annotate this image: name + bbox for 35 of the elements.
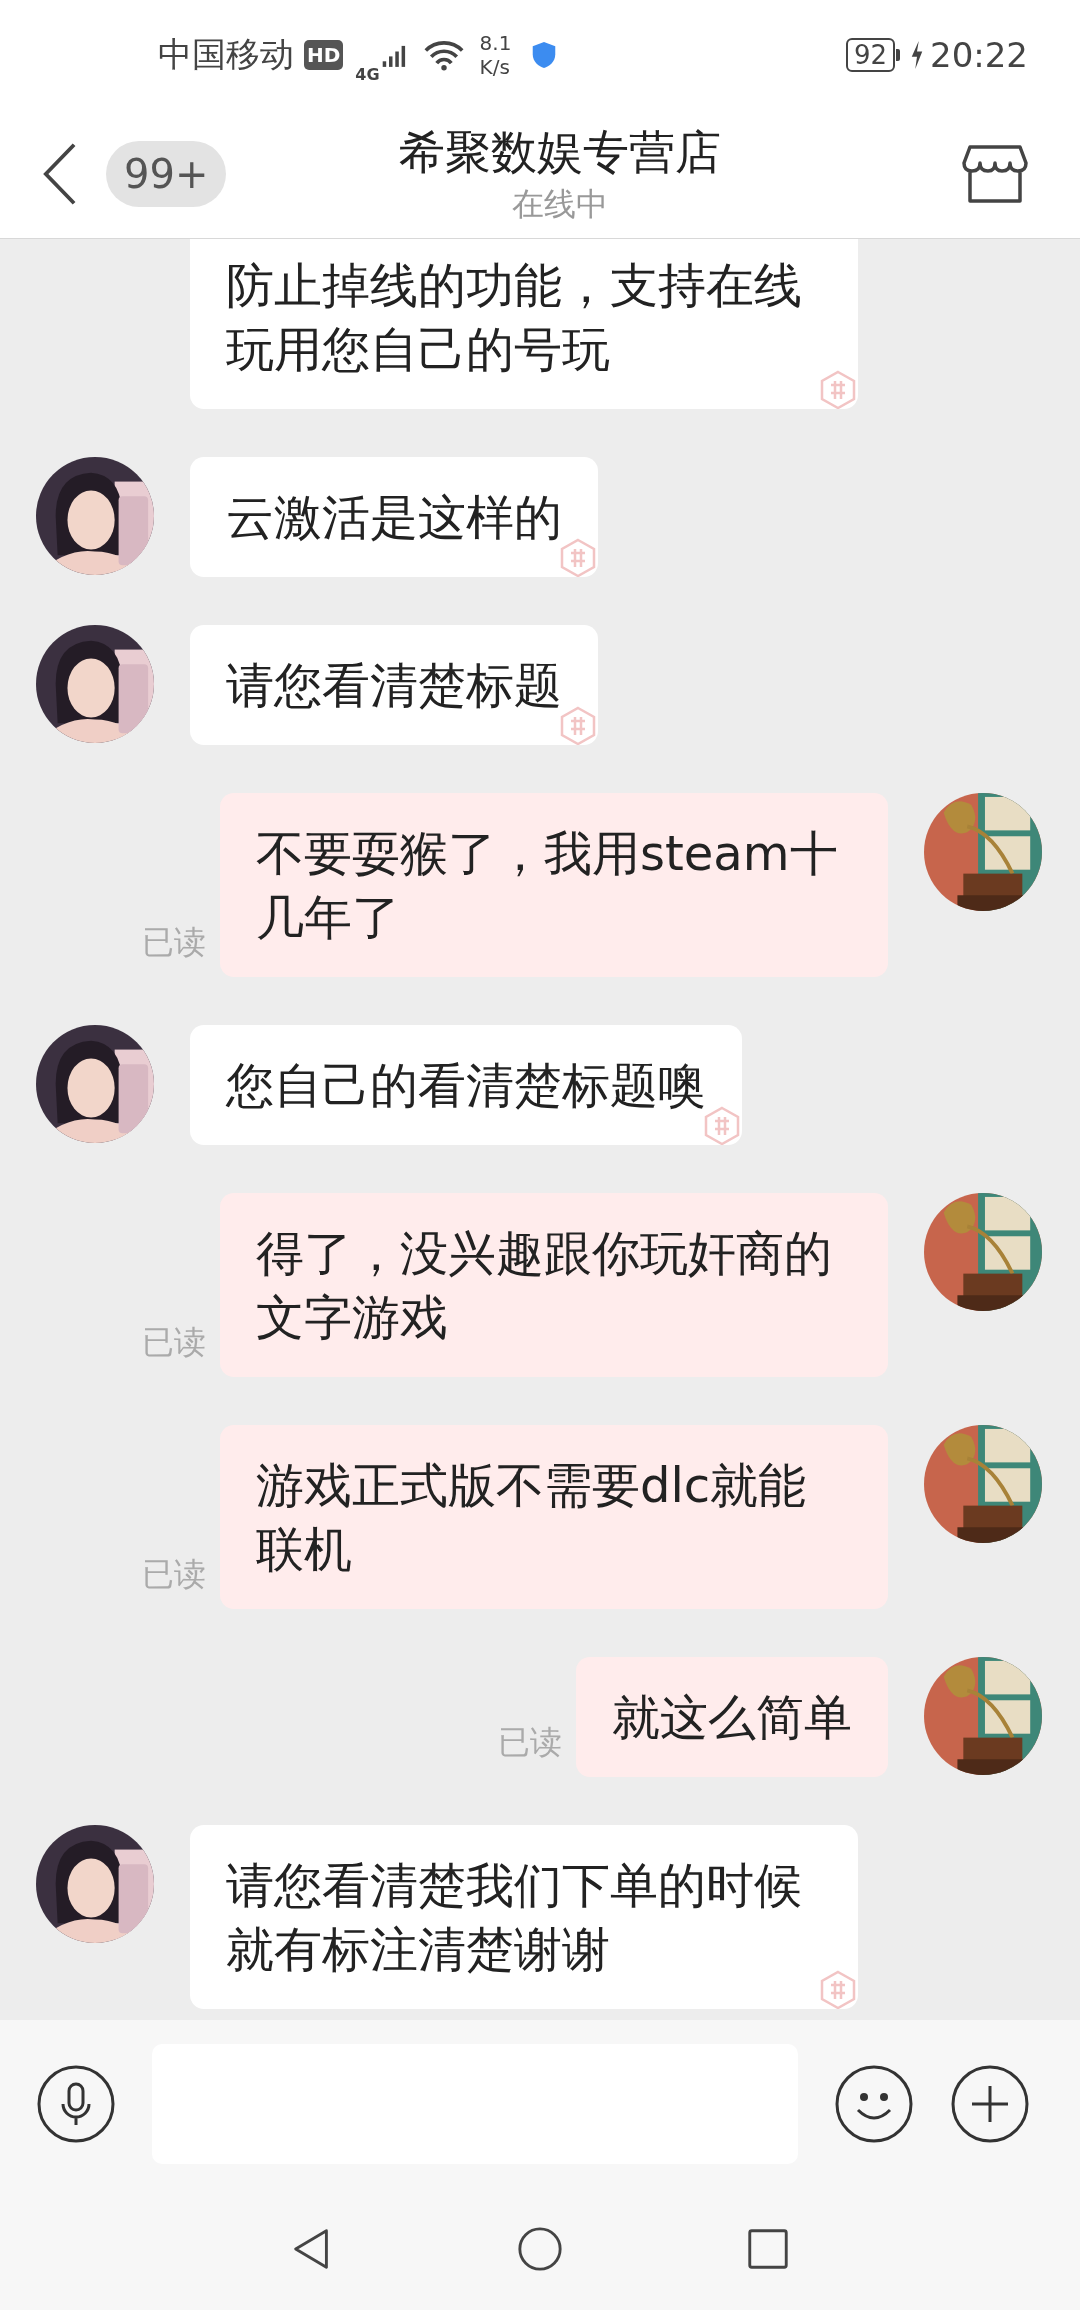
add-icon[interactable] [950, 2064, 1030, 2144]
message-text: 游戏正式版不需要dlc就能联机 [256, 1456, 808, 1579]
stamp-icon [558, 537, 598, 577]
message-text: 您自己的看清楚标题噢 [226, 1056, 706, 1115]
stamp-icon [702, 1105, 742, 1145]
hd-badge: HD [304, 40, 344, 70]
read-receipt: 已读 [142, 1322, 206, 1363]
message-text: 防止掉线的功能，支持在线玩用您自己的号玩 [226, 256, 803, 379]
shop-title: 希聚数娱专营店 [399, 124, 721, 181]
network-type: 4G [355, 64, 380, 84]
stamp-icon [818, 369, 858, 409]
read-receipt: 已读 [142, 922, 206, 963]
message-text: 得了，没兴趣跟你玩奸商的文字游戏 [256, 1224, 833, 1347]
emoji-icon[interactable] [834, 2064, 914, 2144]
home-nav-icon[interactable] [516, 2225, 564, 2273]
speed-unit: K/s [479, 55, 511, 79]
message-text: 请您看清楚标题 [226, 656, 562, 715]
read-receipt: 已读 [142, 1554, 206, 1595]
store-icon[interactable] [962, 143, 1028, 205]
online-status: 在线中 [512, 184, 608, 225]
message-text: 云激活是这样的 [226, 488, 562, 547]
unread-count-badge[interactable]: 99+ [106, 141, 227, 207]
read-receipt: 已读 [498, 1722, 562, 1763]
stamp-icon [818, 1969, 858, 2009]
message-text: 不要耍猴了，我用steam十几年了 [256, 824, 839, 947]
message-text: 就这么简单 [612, 1688, 852, 1747]
speed-value: 8.1 [479, 31, 512, 55]
wifi-icon [423, 39, 464, 71]
microphone-icon[interactable] [36, 2064, 116, 2144]
stamp-icon [558, 705, 598, 745]
battery-level: 92 [845, 38, 895, 72]
message-text: 请您看清楚我们下单的时候就有标注清楚谢谢 [226, 1856, 803, 1979]
carrier-name: 中国移动 [158, 33, 294, 76]
clock-time: 20:22 [930, 35, 1028, 75]
shield-icon [531, 40, 558, 70]
